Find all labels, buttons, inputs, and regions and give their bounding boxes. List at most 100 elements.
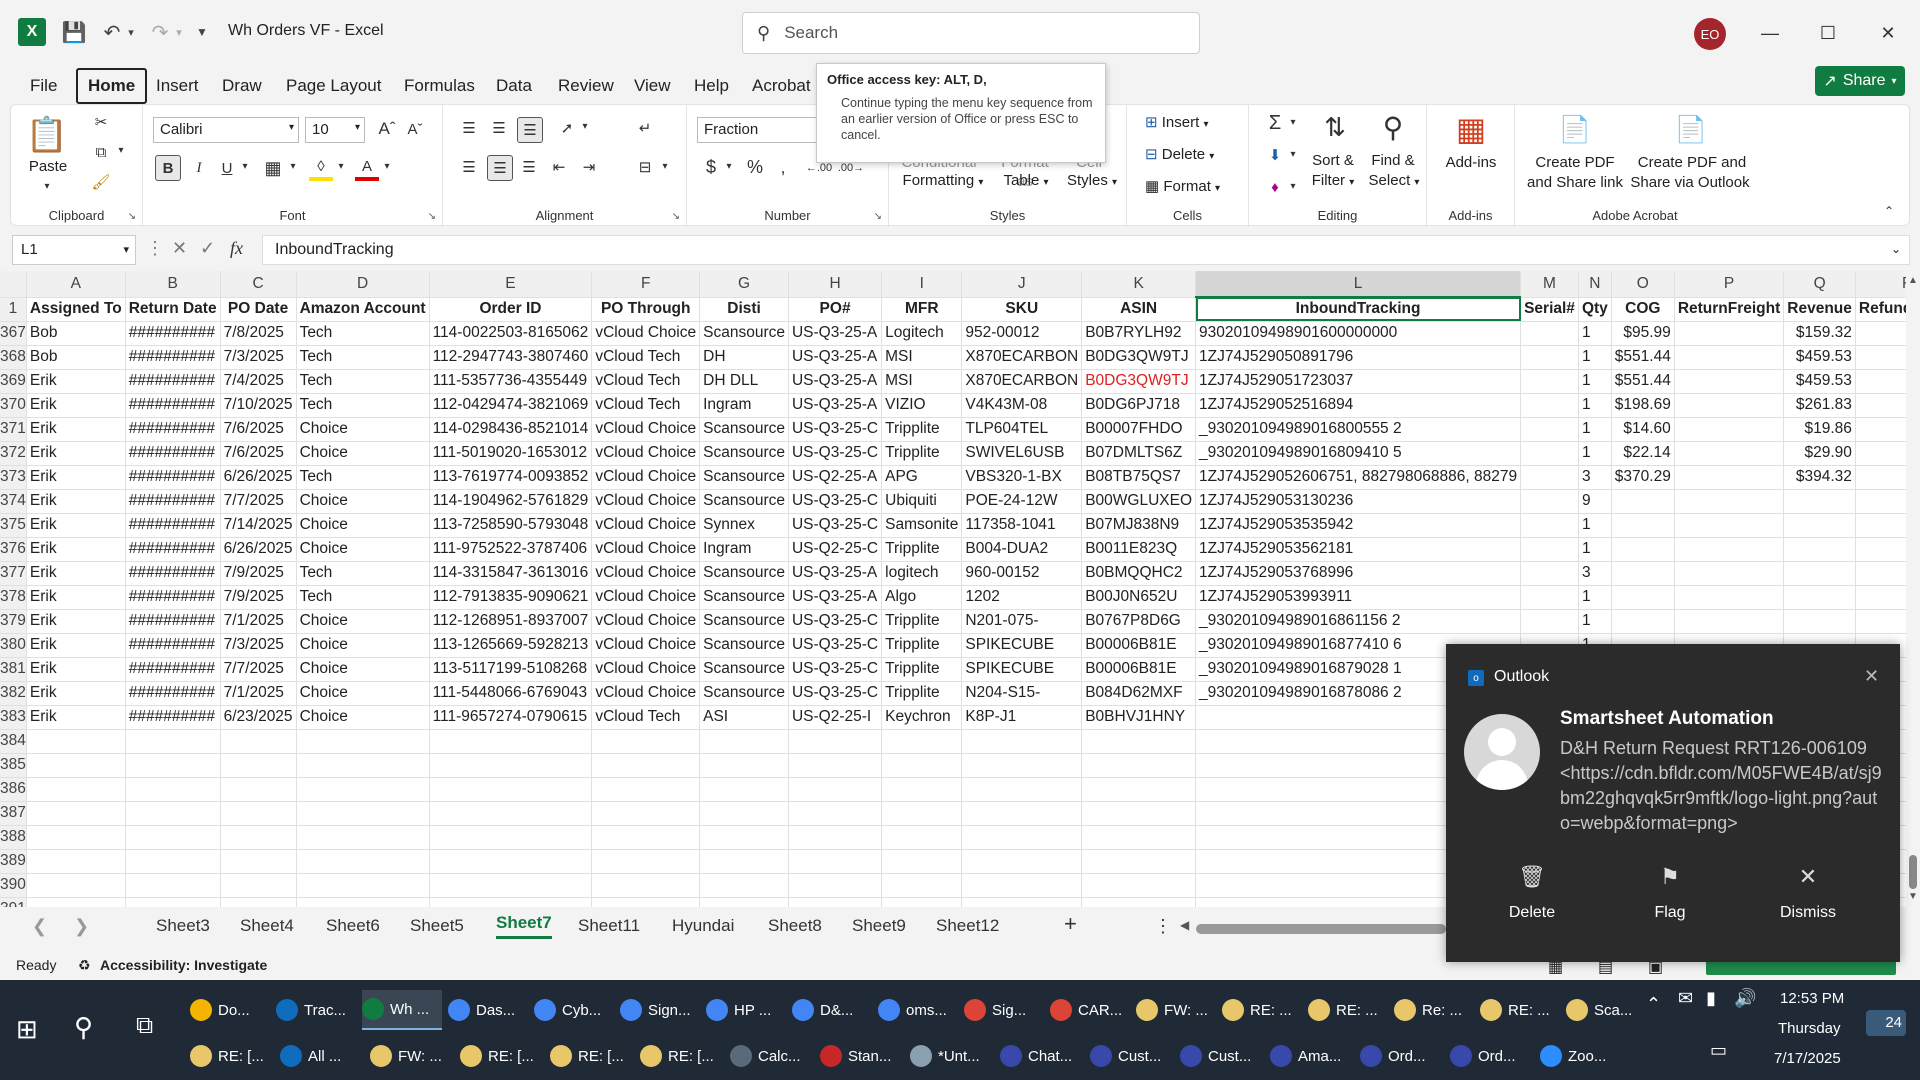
tab-home[interactable]: Home (76, 68, 148, 104)
cell[interactable] (1520, 345, 1579, 370)
wrap-text-icon[interactable]: ↵ (633, 117, 657, 139)
taskbar-app[interactable]: Sign... (620, 990, 700, 1030)
cell[interactable]: 1 (1578, 393, 1612, 418)
redo-dropdown-icon[interactable]: ▾ (172, 18, 186, 46)
cell[interactable]: 7/10/2025 (220, 393, 297, 418)
cell[interactable]: 1ZJ74J529051723037 (1195, 369, 1522, 394)
cell[interactable] (1783, 489, 1856, 514)
cell[interactable] (26, 801, 126, 826)
cell[interactable]: 1 (1578, 369, 1612, 394)
cell[interactable] (296, 801, 430, 826)
more-options-icon[interactable]: ⋮ (146, 238, 164, 259)
sort-filter-icon[interactable]: ⇅ (1315, 109, 1355, 145)
cell[interactable] (961, 777, 1083, 802)
cell[interactable]: vCloud Choice (591, 417, 701, 442)
addins-icon[interactable]: ▦ (1451, 109, 1491, 149)
cell[interactable]: 1 (1578, 417, 1612, 442)
sort-filter-label-1[interactable]: Sort & (1305, 151, 1361, 170)
cell[interactable]: B084D62MXF (1081, 681, 1197, 706)
customize-toolbar-icon[interactable]: ▼ (194, 18, 210, 46)
show-hidden-icons-icon[interactable]: ⌃ (1646, 994, 1661, 1015)
borders-dropdown-icon[interactable]: ▾ (287, 161, 299, 172)
cell[interactable]: Choice (296, 633, 430, 658)
taskbar-app[interactable]: RE: ... (1308, 990, 1388, 1030)
vertical-scrollbar[interactable]: ▲ ▼ (1906, 271, 1920, 907)
format-painter-icon[interactable]: 🖌 (89, 171, 113, 193)
cell[interactable]: Samsonite (881, 513, 963, 538)
cell[interactable]: US-Q3-25-A (788, 369, 883, 394)
cell[interactable] (699, 849, 789, 874)
taskbar-app[interactable]: Sig... (964, 990, 1044, 1030)
clock-day[interactable]: Thursday (1778, 1020, 1841, 1037)
cell[interactable]: 1 (1578, 321, 1612, 346)
cell[interactable] (1081, 753, 1197, 778)
cell[interactable] (1674, 537, 1785, 562)
cell[interactable]: Scansource (699, 561, 789, 586)
cell[interactable] (699, 753, 789, 778)
cell[interactable] (26, 777, 126, 802)
header-cell[interactable]: SKU (961, 297, 1083, 322)
cell[interactable]: 111-9752522-3787406 (429, 537, 593, 562)
cell[interactable]: vCloud Choice (591, 585, 701, 610)
create-pdf-link-icon[interactable]: 📄 (1557, 111, 1593, 147)
cell[interactable]: DH DLL (699, 369, 789, 394)
cell[interactable]: 1ZJ74J529053562181 (1195, 537, 1522, 562)
cell[interactable]: 6/26/2025 (220, 465, 297, 490)
comma-style-icon[interactable]: ‚ (773, 155, 793, 179)
row-header[interactable]: 386 (0, 777, 27, 802)
align-left-icon[interactable]: ☰ (457, 155, 481, 179)
cell[interactable] (26, 729, 126, 754)
cell[interactable]: 1202 (961, 585, 1083, 610)
cell[interactable]: $29.90 (1783, 441, 1856, 466)
cell[interactable] (881, 777, 963, 802)
cell[interactable]: TLP604TEL (961, 417, 1083, 442)
font-color-dropdown-icon[interactable]: ▾ (381, 161, 393, 172)
header-cell[interactable]: Amazon Account (296, 297, 430, 322)
cell[interactable]: Erik (26, 489, 126, 514)
header-cell[interactable]: PO# (788, 297, 883, 322)
dismiss-button[interactable]: ✕ Dismiss (1748, 864, 1868, 922)
cell[interactable] (1674, 321, 1785, 346)
header-cell[interactable]: ASIN (1081, 297, 1197, 322)
cell[interactable] (961, 897, 1083, 907)
taskbar-app[interactable]: RE: [... (640, 1036, 724, 1076)
paste-dropdown-icon[interactable]: ▾ (37, 181, 57, 192)
cell[interactable]: Scansource (699, 585, 789, 610)
cell[interactable]: B0DG3QW9TJ (1081, 345, 1197, 370)
cut-icon[interactable]: ✂ (89, 111, 113, 133)
cell[interactable]: N201-075- (961, 609, 1083, 634)
create-pdf-outlook-label-2[interactable]: Share via Outlook (1625, 173, 1755, 192)
cell[interactable]: Choice (296, 657, 430, 682)
cell[interactable]: 7/3/2025 (220, 345, 297, 370)
cell[interactable] (1855, 369, 1906, 394)
cell[interactable] (881, 873, 963, 898)
underline-dropdown-icon[interactable]: ▾ (239, 161, 251, 172)
bold-icon[interactable]: B (155, 155, 181, 181)
column-header-p[interactable]: P (1674, 271, 1785, 298)
column-header-o[interactable]: O (1611, 271, 1675, 298)
cell[interactable] (881, 849, 963, 874)
cell[interactable]: Ingram (699, 537, 789, 562)
cell[interactable]: Tripplite (881, 681, 963, 706)
search-icon[interactable]: ⚲ (74, 1012, 93, 1043)
cell[interactable]: 113-5117199-5108268 (429, 657, 593, 682)
increase-indent-icon[interactable]: ⇥ (577, 155, 601, 179)
cell[interactable]: ########## (125, 513, 221, 538)
cell[interactable] (881, 753, 963, 778)
cell[interactable]: US-Q3-25-A (788, 561, 883, 586)
cell[interactable]: ########## (125, 705, 221, 730)
column-header-e[interactable]: E (429, 271, 593, 298)
taskbar-app[interactable]: Das... (448, 990, 528, 1030)
cell[interactable] (591, 777, 701, 802)
column-header-l[interactable]: L (1195, 271, 1522, 298)
cell[interactable]: $551.44 (1611, 345, 1675, 370)
row-header[interactable]: 382 (0, 681, 27, 706)
cell[interactable]: Synnex (699, 513, 789, 538)
cell[interactable] (1674, 417, 1785, 442)
merge-dropdown-icon[interactable]: ▾ (659, 161, 671, 172)
cell[interactable] (961, 753, 1083, 778)
cell[interactable] (1783, 585, 1856, 610)
cell[interactable] (1081, 897, 1197, 907)
tab-file[interactable]: File (22, 72, 65, 100)
sort-filter-button[interactable]: Filter ▾ (1303, 171, 1363, 192)
